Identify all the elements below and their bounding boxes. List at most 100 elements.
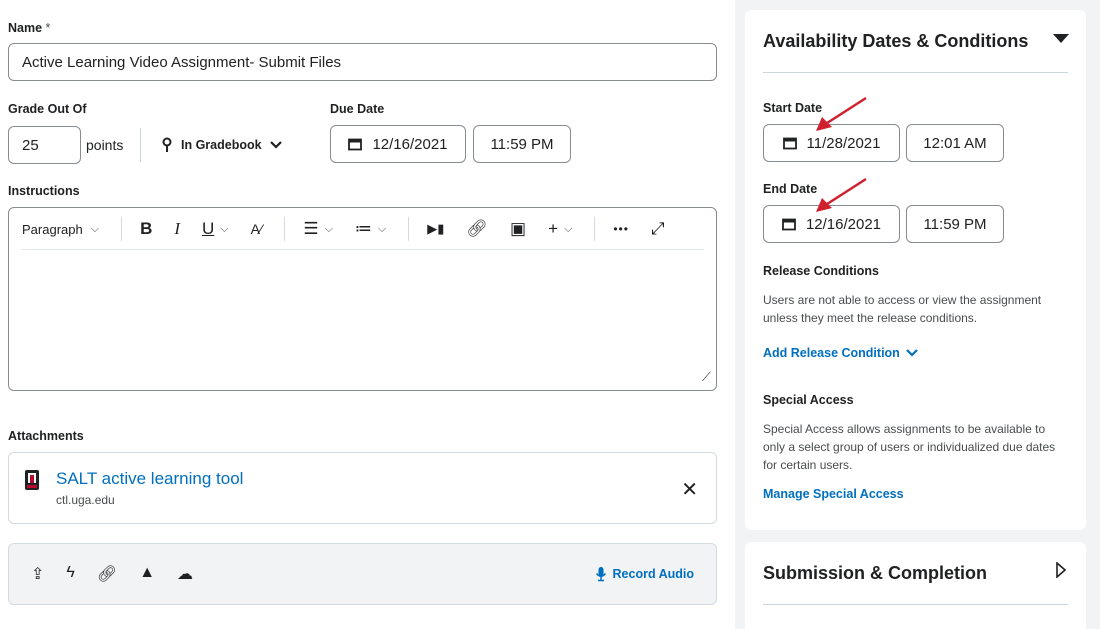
grade-out-of-label: Grade Out Of [8,102,87,116]
availability-panel: Availability Dates & Conditions Start Da… [745,10,1086,530]
italic-button[interactable]: I [174,219,180,239]
chevron-down-icon: ⌵ [220,222,229,235]
paragraph-format-dropdown[interactable]: Paragraph ⌵ [22,222,99,237]
add-release-condition-button[interactable]: Add Release Condition [763,346,918,360]
name-input[interactable]: Active Learning Video Assignment- Submit… [8,43,717,81]
attachment-toolbar: ⇪ ϟ 🔗︎ ▲ ☁ Record Audio [8,543,717,605]
fullscreen-button[interactable]: ⤢ [651,219,665,239]
calendar-icon [782,218,796,231]
toolbar-divider [121,217,123,241]
points-label: points [86,137,124,153]
attachment-sources: ⇪ ϟ 🔗︎ ▲ ☁ [31,564,193,584]
add-release-condition-label: Add Release Condition [763,346,900,360]
remove-attachment-button[interactable]: ✕ [681,477,698,502]
in-gradebook-button[interactable]: In Gradebook [140,128,282,162]
media-icon: ▶▮ [427,221,445,236]
chevron-down-icon: ⌵ [324,222,333,235]
availability-title: Availability Dates & Conditions [763,31,1029,51]
toolbar-separator [21,249,704,250]
link-icon: 🔗︎ [466,219,489,238]
required-marker: * [45,21,51,35]
toolbar-divider [284,217,286,241]
resize-handle-icon[interactable]: ⟋ [702,369,711,385]
start-time-value: 12:01 AM [923,134,987,152]
expand-triangle-icon[interactable] [1056,562,1066,578]
text-style-button[interactable]: A⁄ [251,221,263,237]
list-button[interactable]: ≔ ⌵ [355,219,386,239]
name-label-text: Name [8,21,43,35]
image-icon: ▣ [510,219,527,238]
instructions-editor[interactable]: Paragraph ⌵ B I U ⌵ A⁄ ☰ ⌵ ≔ ⌵ ▶▮ 🔗︎ ▣ + ⌵ •… [8,207,717,391]
end-time-input[interactable]: 11:59 PM [906,205,1004,243]
bold-button[interactable]: B [140,219,152,239]
start-date-value: 11/28/2021 [806,134,881,152]
underline-icon: U [202,219,215,238]
grade-input-value: 25 [22,136,39,154]
assignment-form: Name * Active Learning Video Assignment-… [0,0,735,629]
name-input-value: Active Learning Video Assignment- Submit… [22,53,342,71]
release-conditions-label: Release Conditions [763,264,879,278]
underline-button[interactable]: U ⌵ [202,219,229,239]
chevron-down-icon [906,349,918,357]
in-gradebook-label: In Gradebook [181,138,262,152]
submission-title: Submission & Completion [763,563,988,583]
calendar-icon [782,137,797,150]
editor-toolbar: Paragraph ⌵ B I U ⌵ A⁄ ☰ ⌵ ≔ ⌵ ▶▮ 🔗︎ ▣ + ⌵ •… [9,208,716,250]
attachment-link[interactable]: SALT active learning tool [56,469,243,489]
panel-divider [763,72,1068,73]
align-icon: ☰ [303,219,319,238]
chevron-down-icon [269,141,282,149]
chevron-down-icon: ⌵ [564,222,573,235]
attachment-item: SALT active learning tool ctl.uga.edu ✕ [8,452,717,524]
insert-link-button[interactable]: 🔗︎ [466,219,488,239]
chevron-down-icon: ⌵ [90,222,100,235]
chevron-down-icon: ⌵ [377,222,387,235]
instructions-label: Instructions [8,184,80,198]
upload-icon[interactable]: ⇪ [31,564,44,584]
insert-media-button[interactable]: ▶▮ [427,221,444,237]
text-style-icon: A⁄ [250,221,263,237]
attachment-domain: ctl.uga.edu [56,493,115,507]
due-date-input[interactable]: 12/16/2021 [330,125,466,163]
record-audio-button[interactable]: Record Audio [595,566,694,582]
fullscreen-icon: ⤢ [650,219,665,238]
start-time-input[interactable]: 12:01 AM [906,124,1004,162]
onedrive-icon[interactable]: ☁ [177,564,193,584]
toolbar-divider [408,217,410,241]
close-icon: ✕ [681,479,698,501]
record-audio-label: Record Audio [612,567,694,581]
special-access-text: Special Access allows assignments to be … [763,422,1056,472]
pin-icon [162,137,172,152]
due-time-input[interactable]: 11:59 PM [473,125,571,163]
end-date-value: 12/16/2021 [805,215,882,233]
due-time-value: 11:59 PM [490,135,554,153]
more-options-button[interactable]: ••• [613,222,629,236]
ellipsis-icon: ••• [613,222,629,236]
insert-more-button[interactable]: + ⌵ [548,219,572,239]
plus-icon: + [548,219,559,238]
annotation-arrow [816,177,867,212]
insert-image-button[interactable]: ▣ [510,219,526,239]
calendar-icon [348,138,363,151]
paragraph-format-label: Paragraph [22,221,83,237]
end-time-value: 11:59 PM [923,215,987,233]
special-access-label: Special Access [763,393,854,407]
grade-input[interactable]: 25 [8,126,81,164]
due-date-value: 12/16/2021 [372,135,448,153]
microphone-icon [595,567,606,582]
bold-icon: B [140,219,153,238]
release-conditions-text: Users are not able to access or view the… [763,293,1042,325]
italic-icon: I [174,219,181,238]
manage-special-access-link[interactable]: Manage Special Access [763,487,904,501]
google-drive-icon[interactable]: ▲ [139,564,155,584]
link-icon[interactable]: 🔗︎ [97,564,117,584]
attachments-label: Attachments [8,429,84,443]
collapse-triangle-icon[interactable] [1053,34,1069,44]
quicklink-icon[interactable]: ϟ [66,564,74,584]
align-button[interactable]: ☰ ⌵ [303,219,333,239]
toolbar-divider [594,217,596,241]
manage-special-access-label: Manage Special Access [763,487,904,501]
submission-panel: Submission & Completion [745,542,1086,629]
uga-logo-icon [25,470,39,490]
due-date-label: Due Date [330,102,385,116]
